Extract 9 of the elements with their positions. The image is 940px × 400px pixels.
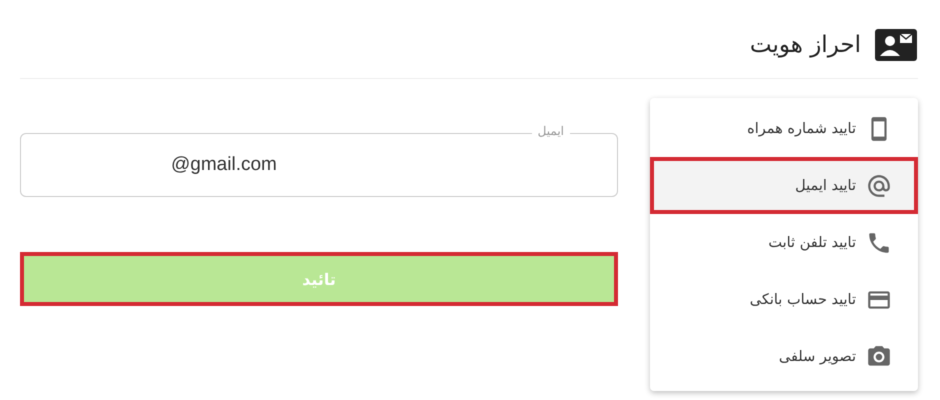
page-title: احراز هویت	[750, 32, 861, 58]
menu-item[interactable]: تصویر سلفی	[650, 328, 918, 385]
menu-item[interactable]: تایید حساب بانکی	[650, 271, 918, 328]
id-card-icon	[875, 29, 917, 61]
menu-item[interactable]: تایید تلفن ثابت	[650, 214, 918, 271]
at-sign-icon	[866, 172, 892, 198]
menu-item[interactable]: تایید شماره همراه	[650, 100, 918, 157]
field-label: ایمیل	[532, 124, 570, 138]
menu-item[interactable]: تایید ایمیل	[650, 157, 918, 214]
